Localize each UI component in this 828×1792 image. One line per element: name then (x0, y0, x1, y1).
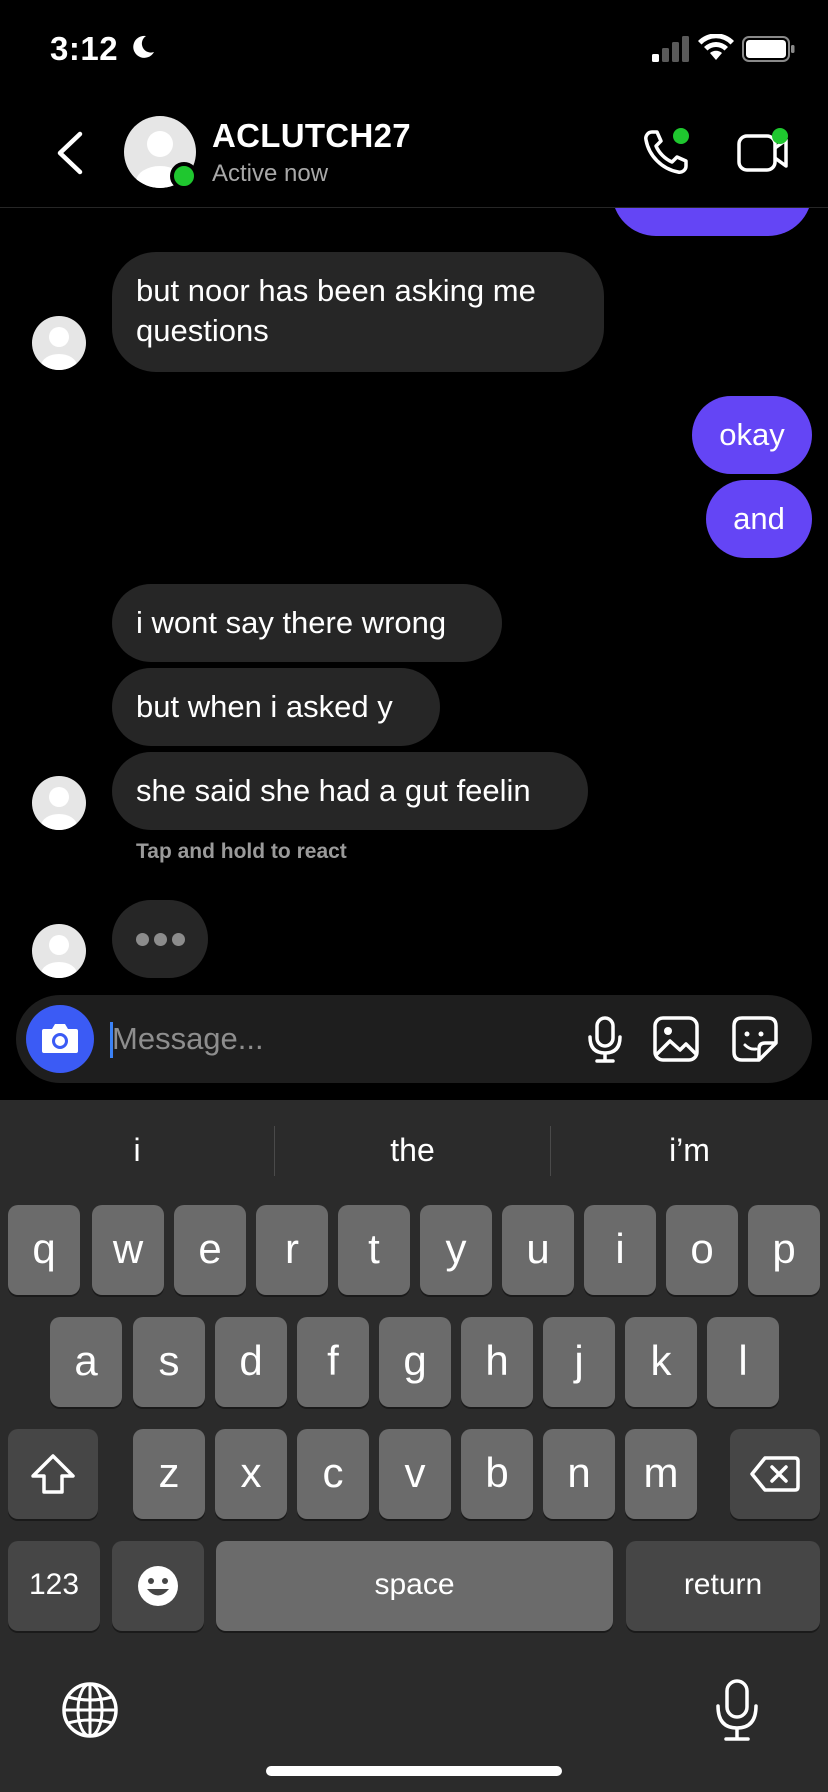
camera-button[interactable] (26, 1005, 94, 1073)
message-bubble-incoming[interactable]: but when i asked y (112, 668, 440, 746)
wifi-icon (698, 34, 734, 60)
key-r[interactable]: r (256, 1205, 328, 1295)
key-n[interactable]: n (543, 1429, 615, 1519)
delete-icon (750, 1456, 800, 1492)
message-input[interactable] (112, 1013, 462, 1065)
react-hint: Tap and hold to react (136, 840, 347, 863)
sender-avatar[interactable] (32, 316, 86, 370)
message-bubble-outgoing[interactable] (612, 208, 812, 236)
back-icon[interactable] (52, 128, 86, 178)
microphone-icon[interactable] (582, 1015, 628, 1063)
message-bubble-outgoing[interactable]: and (706, 480, 812, 558)
numbers-key[interactable]: 123 (8, 1541, 100, 1631)
sender-avatar[interactable] (32, 776, 86, 830)
key-g[interactable]: g (379, 1317, 451, 1407)
suggestion-1[interactable]: i (0, 1120, 274, 1180)
shift-key[interactable] (8, 1429, 98, 1519)
key-c[interactable]: c (297, 1429, 369, 1519)
key-q[interactable]: q (8, 1205, 80, 1295)
gallery-icon[interactable] (652, 1015, 700, 1063)
emoji-icon (138, 1566, 178, 1606)
message-bubble-incoming[interactable]: but noor has been asking me questions (112, 252, 604, 372)
keyboard: i the i’m q w e r t y u i o p a s d f g … (0, 1100, 828, 1792)
return-key[interactable]: return (626, 1541, 820, 1631)
dictation-icon[interactable] (712, 1678, 762, 1742)
key-l[interactable]: l (707, 1317, 779, 1407)
suggestion-2[interactable]: the (275, 1120, 550, 1180)
delete-key[interactable] (730, 1429, 820, 1519)
battery-icon (742, 36, 795, 62)
message-bubble-incoming[interactable]: i wont say there wrong (112, 584, 502, 662)
key-f[interactable]: f (297, 1317, 369, 1407)
avatar-placeholder-icon (41, 327, 77, 370)
key-w[interactable]: w (92, 1205, 164, 1295)
message-text: i wont say there wrong (136, 605, 447, 640)
key-i[interactable]: i (584, 1205, 656, 1295)
status-bar: 3:12 (0, 0, 828, 100)
key-h[interactable]: h (461, 1317, 533, 1407)
message-bubble-incoming[interactable]: she said she had a gut feelin (112, 752, 588, 830)
sender-avatar[interactable] (32, 924, 86, 978)
key-x[interactable]: x (215, 1429, 287, 1519)
key-v[interactable]: v (379, 1429, 451, 1519)
key-o[interactable]: o (666, 1205, 738, 1295)
key-k[interactable]: k (625, 1317, 697, 1407)
key-j[interactable]: j (543, 1317, 615, 1407)
key-z[interactable]: z (133, 1429, 205, 1519)
globe-icon[interactable] (60, 1680, 120, 1740)
message-text: but when i asked y (136, 689, 393, 724)
moon-icon (133, 35, 154, 58)
key-b[interactable]: b (461, 1429, 533, 1519)
contact-status: Active now (212, 160, 329, 187)
contact-name[interactable]: ACLUTCH27 (212, 117, 411, 155)
message-bubble-outgoing[interactable]: okay (692, 396, 812, 474)
message-text: okay (719, 417, 785, 452)
message-thread[interactable]: but noor has been asking me questions ok… (0, 208, 828, 988)
video-icon[interactable] (736, 126, 792, 178)
status-time: 3:12 (50, 30, 119, 67)
avatar-placeholder-icon (41, 787, 77, 830)
online-indicator (170, 162, 198, 190)
key-t[interactable]: t (338, 1205, 410, 1295)
phone-icon[interactable] (640, 126, 692, 178)
sticker-icon[interactable] (730, 1015, 780, 1063)
key-d[interactable]: d (215, 1317, 287, 1407)
message-text: she said she had a gut feelin (136, 773, 531, 808)
key-u[interactable]: u (502, 1205, 574, 1295)
key-s[interactable]: s (133, 1317, 205, 1407)
emoji-key[interactable] (112, 1541, 204, 1631)
home-indicator[interactable] (266, 1766, 562, 1776)
key-a[interactable]: a (50, 1317, 122, 1407)
camera-icon (42, 1024, 78, 1053)
shift-icon (31, 1454, 75, 1494)
message-text: but noor has been asking me questions (136, 273, 536, 348)
message-composer (16, 995, 812, 1083)
suggestion-3[interactable]: i’m (551, 1120, 828, 1180)
signal-icon (652, 36, 689, 62)
typing-indicator (112, 900, 208, 978)
key-p[interactable]: p (748, 1205, 820, 1295)
avatar-placeholder-icon (41, 935, 77, 978)
key-y[interactable]: y (420, 1205, 492, 1295)
conversation-header: ACLUTCH27 Active now (0, 100, 828, 208)
space-key[interactable]: space (216, 1541, 613, 1631)
key-e[interactable]: e (174, 1205, 246, 1295)
message-text: and (733, 501, 785, 536)
key-m[interactable]: m (625, 1429, 697, 1519)
